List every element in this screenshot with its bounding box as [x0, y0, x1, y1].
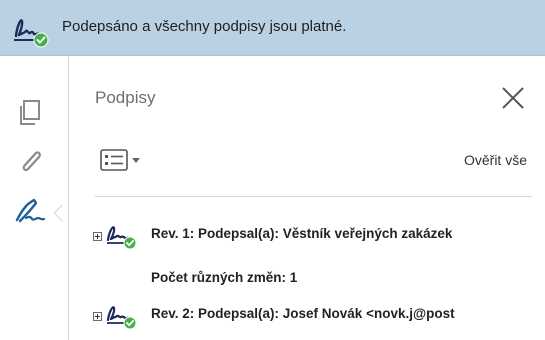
signature-row[interactable]: Rev. 1: Podepsal(a): Věstník veřejných z…: [93, 220, 545, 250]
signature-status-text: Podepsáno a všechny podpisy jsou platné.: [62, 18, 347, 35]
changes-count: Počet různých změn: 1: [151, 270, 298, 285]
paperclip-icon[interactable]: [14, 144, 48, 178]
signature-pen-icon[interactable]: [14, 194, 48, 228]
verify-all-button[interactable]: Ověřit vše: [464, 152, 527, 168]
expand-icon[interactable]: [93, 232, 102, 241]
pages-icon[interactable]: [14, 96, 48, 130]
navigation-rail: [0, 56, 71, 340]
signature-label[interactable]: Rev. 1: Podepsal(a): Věstník veřejných z…: [151, 226, 452, 241]
signature-label[interactable]: Rev. 2: Podepsal(a): Josef Novák <novk.j…: [151, 306, 455, 321]
options-menu-icon[interactable]: [99, 148, 143, 172]
close-icon[interactable]: [499, 84, 527, 112]
signature-valid-icon: [106, 306, 137, 330]
divider: [95, 196, 532, 197]
panel-title: Podpisy: [95, 88, 156, 107]
expand-icon[interactable]: [93, 312, 102, 321]
signature-valid-icon: [106, 226, 137, 250]
signatures-panel: Podpisy Ověřit vše Rev. 1: Podepsal(a): …: [68, 56, 545, 340]
signature-valid-icon: [14, 19, 49, 48]
signature-status-banner: Podepsáno a všechny podpisy jsou platné.: [0, 0, 545, 56]
signature-row[interactable]: Rev. 2: Podepsal(a): Josef Novák <novk.j…: [93, 300, 545, 330]
